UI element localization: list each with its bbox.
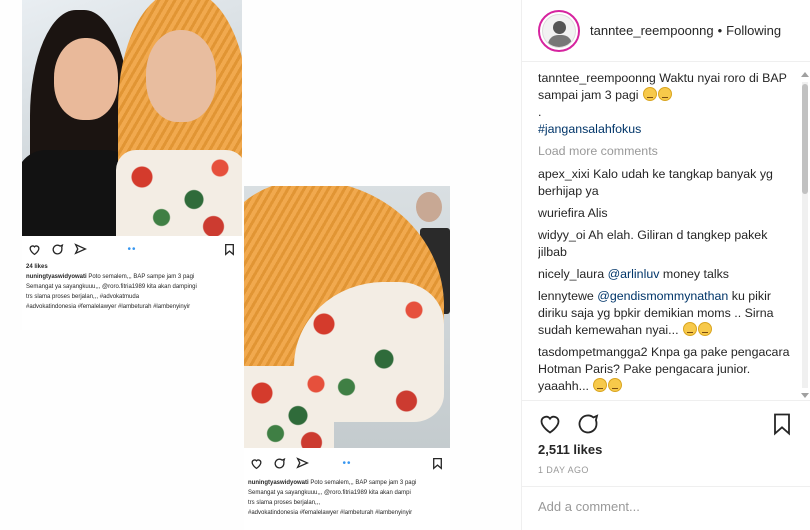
comment-item: lennytewe @gendismommynathan ku pikir di… [538, 288, 796, 339]
comment-bubble-icon[interactable] [576, 412, 600, 436]
screenshot-caption-text: Poto semalem,,, BAP sampe jam 3 pagi [88, 274, 195, 280]
comment-text: money talks [662, 267, 729, 281]
post-action-bar [522, 400, 810, 446]
heart-icon [251, 458, 262, 469]
sad-emoji-icon [682, 322, 697, 336]
post-side-panel: tanntee_reempoonng • Following tanntee_r… [522, 0, 810, 530]
floral-dress [116, 150, 242, 236]
following-button[interactable]: Following [726, 23, 781, 38]
screenshot-caption-line2: Semangat ya sayangkuuu,,, @roro.fitria19… [26, 284, 197, 290]
comment-username[interactable]: lennytewe [538, 289, 594, 303]
avatar[interactable] [538, 9, 580, 52]
separator-dot: • [717, 23, 723, 38]
comments-scrollbar[interactable] [800, 70, 810, 400]
username-link[interactable]: tanntee_reempoonng [590, 23, 714, 38]
comment-username[interactable]: widyy_oi [538, 228, 586, 242]
screenshot-caption-tag: #advokatmuda [99, 294, 140, 300]
save-bookmark-icon[interactable] [770, 412, 794, 436]
likes-count[interactable]: 2,511 likes [538, 442, 602, 457]
face-shape-right [146, 30, 216, 122]
post-timestamp[interactable]: 1 DAY AGO [538, 465, 589, 475]
carousel-dots: •• [342, 457, 352, 469]
worried-emoji-icon [608, 378, 623, 392]
screenshot-caption-line3: trs slama proses berjalan,,, [26, 294, 99, 300]
add-comment-input[interactable]: Add a comment... [522, 486, 810, 530]
carousel-dots: •• [127, 243, 137, 255]
smiling-emoji-icon [643, 87, 658, 101]
share-icon [296, 456, 309, 469]
embedded-screenshot-1: •• 24 likes nuningtyaswidyowati Poto sem… [22, 0, 242, 330]
caption-hashtag[interactable]: #jangansalahfokus [538, 121, 796, 138]
avatar-image [542, 13, 576, 48]
screenshot-username: nuningtyaswidyowati [26, 274, 87, 280]
heart-icon [29, 244, 40, 255]
like-heart-icon[interactable] [538, 412, 562, 436]
sad-emoji-icon [697, 322, 712, 336]
comment-username[interactable]: nicely_laura [538, 267, 604, 281]
background-person [416, 192, 442, 222]
load-more-comments-button[interactable]: Load more comments [538, 143, 796, 160]
screenshot-caption: nuningtyaswidyowati Poto semalem,,, BAP … [244, 478, 450, 518]
comment-item: nicely_laura @arlinluv money talks [538, 266, 796, 283]
screenshot-username: nuningtyaswidyowati [248, 480, 309, 486]
selfie-photo [22, 0, 242, 236]
comment-username[interactable]: apex_xixi [538, 167, 590, 181]
caption-username[interactable]: tanntee_reempoonng [538, 71, 656, 85]
comment-mention[interactable]: @arlinluv [608, 267, 660, 281]
screenshot-caption-line2: Semangat ya sayangkuuu,,, @roro.fitria19… [248, 490, 411, 496]
smiling-emoji-icon [658, 87, 673, 101]
comment-item: apex_xixi Kalo udah ke tangkap banyak yg… [538, 166, 796, 200]
comment-icon [274, 457, 286, 468]
face-shape-left [54, 38, 118, 120]
bookmark-icon [225, 243, 234, 256]
comment-icon [52, 243, 64, 254]
comment-text: Alis [587, 206, 608, 220]
embedded-screenshot-2: •• nuningtyaswidyowati Poto semalem,,, B… [244, 186, 450, 530]
floral-dress-lower [244, 366, 334, 448]
share-icon [74, 242, 87, 255]
comment-item: widyy_oi Ah elah. Giliran d tangkep pake… [538, 227, 796, 261]
closeup-photo [244, 186, 450, 448]
comment-item: tasdompetmangga2 Knpa ga pake pengacara … [538, 344, 796, 395]
bookmark-icon [433, 457, 442, 470]
caption-line2: . [538, 105, 542, 119]
comment-item: wuriefira Alis [538, 205, 796, 222]
screenshot-action-bar: •• [244, 448, 450, 478]
screenshot-caption: 24 likes nuningtyaswidyowati Poto semale… [22, 262, 242, 312]
screenshot-caption-line4: #advokatindonesia #femalelawyer #lambetu… [26, 304, 191, 310]
scroll-down-arrow[interactable] [801, 393, 809, 398]
comment-username[interactable]: tasdompetmangga2 [538, 345, 648, 359]
screenshot-caption-line4: #advokatindonesia #femalelawyer #lambetu… [248, 510, 413, 516]
screenshot-likes: 24 likes [26, 264, 48, 270]
screenshot-action-bar: •• [22, 236, 242, 262]
screenshot-caption-line3: trs slama proses berjalan,,, [248, 500, 321, 506]
scrollbar-thumb[interactable] [802, 84, 808, 194]
comment-username[interactable]: wuriefira [538, 206, 585, 220]
screenshot-caption-text: Poto semalem,,, BAP sampe jam 3 pagi [310, 480, 417, 486]
post-media[interactable]: •• 24 likes nuningtyaswidyowati Poto sem… [0, 0, 522, 530]
comments-list[interactable]: tanntee_reempoonng Waktu nyai roro di BA… [538, 70, 796, 396]
comment-mention[interactable]: @gendismommynathan [597, 289, 728, 303]
post-header: tanntee_reempoonng • Following [522, 0, 810, 62]
caption: tanntee_reempoonng Waktu nyai roro di BA… [538, 70, 796, 138]
worried-emoji-icon [593, 378, 608, 392]
scroll-up-arrow[interactable] [801, 72, 809, 77]
